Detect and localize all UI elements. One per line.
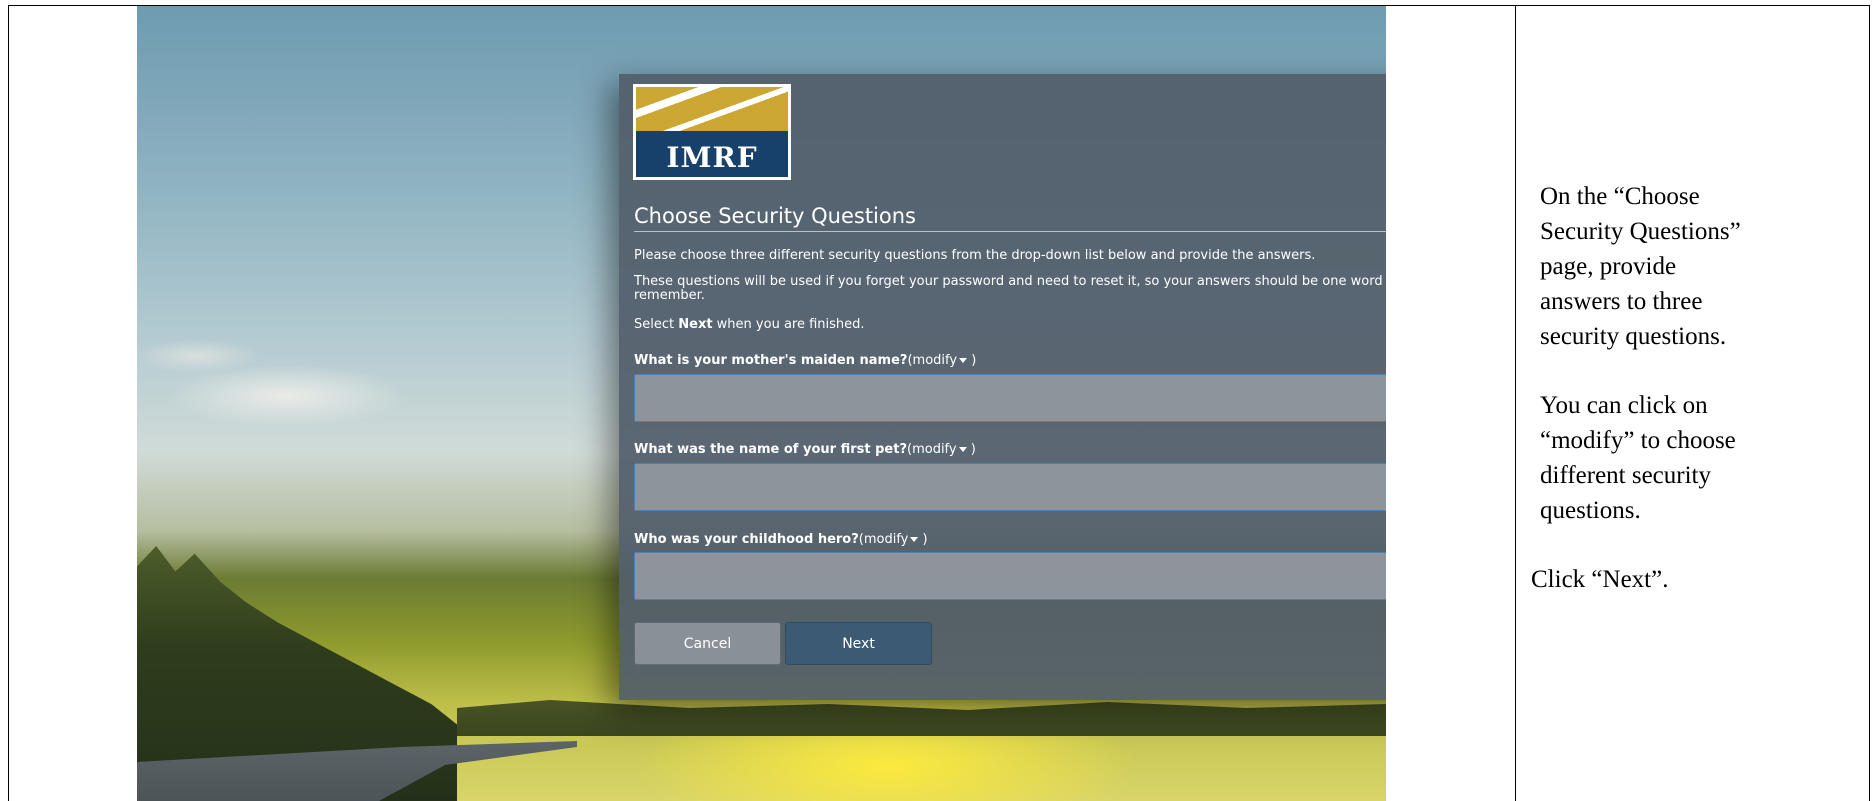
security-questions-dialog: IMRF Choose Security Questions Please ch… <box>619 74 1386 700</box>
instruction-paragraph-2: You can click on “modify” to choose diff… <box>1540 392 1736 524</box>
caret-down-icon <box>910 537 919 542</box>
question-label-1: What is your mother's maiden name?(modif… <box>634 353 977 368</box>
question-label-3: Who was your childhood hero?(modify ) <box>634 532 928 547</box>
instruction-paragraph-3: Click “Next”. <box>1531 566 1669 593</box>
next-button[interactable]: Next <box>785 622 932 665</box>
page-title: Choose Security Questions <box>634 204 1386 232</box>
next-emphasis: Next <box>678 317 713 332</box>
modify-link[interactable]: (modify ) <box>907 353 976 368</box>
caret-down-icon <box>958 447 967 452</box>
instruction-text-2: These questions will be used if you forg… <box>634 274 1386 303</box>
imrf-logo: IMRF <box>633 84 791 180</box>
instruction-paragraph-1: On the “Choose Security Questions” page,… <box>1540 183 1741 350</box>
distant-trees-image <box>457 700 1386 736</box>
table-column-divider <box>1515 5 1516 801</box>
cancel-button[interactable]: Cancel <box>634 622 781 665</box>
caret-down-icon <box>959 358 968 363</box>
screenshot-background: IMRF Choose Security Questions Please ch… <box>137 6 1386 801</box>
instruction-text-3: Select Next when you are finished. <box>634 317 865 332</box>
modify-link[interactable]: (modify ) <box>907 442 976 457</box>
logo-text: IMRF <box>666 140 758 174</box>
modify-link[interactable]: (modify ) <box>859 532 928 547</box>
answer-input-2[interactable] <box>634 463 1386 511</box>
answer-input-1[interactable] <box>634 374 1386 422</box>
answer-input-3[interactable] <box>634 552 1386 600</box>
sunrise-rays-icon <box>636 87 788 135</box>
instruction-text-1: Please choose three different security q… <box>634 248 1316 263</box>
question-label-2: What was the name of your first pet?(mod… <box>634 442 976 457</box>
clouds-image <box>137 336 497 446</box>
